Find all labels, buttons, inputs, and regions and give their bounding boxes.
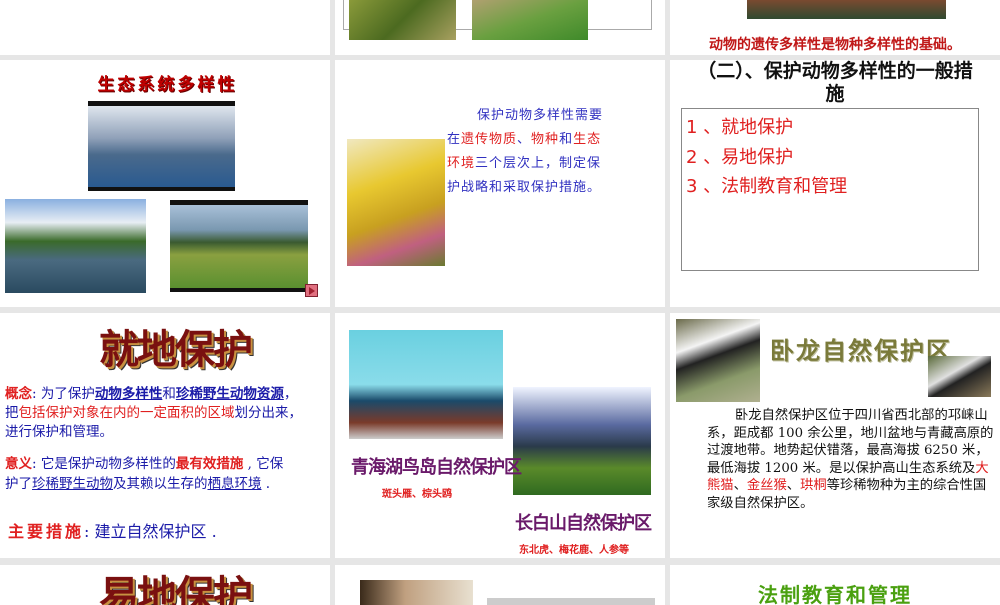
photo-2 — [487, 598, 655, 605]
photo-whale — [88, 101, 235, 191]
slide-thumbnail-4[interactable]: 保护动物多样性需要 在遗传物质、物种和生态 环境三个层次上，制定保 护战略和采取… — [335, 60, 665, 307]
slide-thumbnail-5[interactable]: （二）、保护动物多样性的一般措 施 1 、就地保护 2 、易地保护 3 、法制教… — [670, 60, 1000, 307]
measure-text: 主要措施: 建立自然保护区 . — [8, 522, 217, 541]
slide-thumbnail-10[interactable] — [335, 565, 665, 605]
next-slide-button[interactable] — [305, 284, 318, 297]
reserve-name-changbai: 长白山自然保护区 — [515, 513, 652, 534]
list-item: 3 、法制教育和管理 — [686, 176, 848, 197]
slide-thumbnail-1[interactable] — [335, 0, 665, 55]
reserve-name-qinghai: 青海湖鸟岛自然保护区 — [351, 457, 522, 478]
photo-animals — [747, 0, 946, 19]
wolong-description: 卧龙自然保护区位于四川省西北部的邛崃山系，距成都 100 余公里，地川盆地与青藏… — [707, 408, 994, 511]
meaning-text: 意义: 它是保护动物多样性的最有效措施 , 它保 护了珍稀野生动物及其赖以生存的栖… — [5, 456, 284, 492]
photo-lake — [5, 199, 146, 293]
list-item: 1 、就地保护 — [686, 117, 794, 138]
photo-bird-tree — [349, 0, 456, 40]
photo-panda — [676, 319, 760, 402]
slide-title: 生态系统多样性 — [97, 75, 238, 95]
slide-thumbnail-8[interactable]: 卧龙自然保护区 卧龙自然保护区位于四川省西北部的邛崃山系，距成都 100 余公里… — [670, 313, 1000, 558]
list-item: 2 、易地保护 — [686, 146, 794, 168]
slide-thumbnail-0[interactable] — [0, 0, 330, 55]
slide-thumbnail-3[interactable]: 生态系统多样性 — [0, 60, 330, 307]
slide-caption: 动物的遗传多样性是物种多样性的基础。 — [709, 37, 961, 53]
photo-person — [360, 580, 473, 605]
measures-list: 1 、就地保护 2 、易地保护 3 、法制教育和管理 — [681, 108, 979, 271]
slide-title-wordart: 就地保护 — [99, 326, 253, 373]
play-icon — [309, 287, 315, 295]
photo-bird-flowers — [347, 139, 445, 266]
reserve-species-qinghai: 斑头雁、棕头鸥 — [382, 489, 452, 500]
photo-animal-grass — [472, 0, 588, 40]
photo-birds — [349, 330, 503, 439]
slide-text: 保护动物多样性需要 在遗传物质、物种和生态 环境三个层次上，制定保 护战略和采取… — [447, 108, 604, 195]
reserve-species-changbai: 东北虎、梅花鹿、人参等 — [519, 545, 629, 556]
photo-field — [170, 200, 308, 292]
slide-title-wordart: 法制教育和管理 — [758, 583, 912, 605]
slide-title: （二）、保护动物多样性的一般措 施 — [697, 60, 973, 105]
slide-title-wordart: 易地保护 — [99, 572, 253, 605]
slide-thumbnail-11[interactable]: 法制教育和管理 — [670, 565, 1000, 605]
slide-thumbnail-6[interactable]: 就地保护 概念: 为了保护动物多样性和珍稀野生动物资源， 把包括保护对象在内的一定… — [0, 313, 330, 558]
slide-thumbnail-2[interactable]: 动物的遗传多样性是物种多样性的基础。 — [670, 0, 1000, 55]
photo-pandas-small — [928, 356, 991, 397]
slide-title-wordart: 卧龙自然保护区 — [770, 336, 952, 365]
slide-thumbnail-9[interactable]: 易地保护 — [0, 565, 330, 605]
concept-text: 概念: 为了保护动物多样性和珍稀野生动物资源， 把包括保护对象在内的一定面积的区域… — [5, 386, 302, 440]
photo-mountain — [513, 387, 651, 495]
slide-thumbnail-7[interactable]: 青海湖鸟岛自然保护区 斑头雁、棕头鸥 长白山自然保护区 东北虎、梅花鹿、人参等 — [335, 313, 665, 558]
